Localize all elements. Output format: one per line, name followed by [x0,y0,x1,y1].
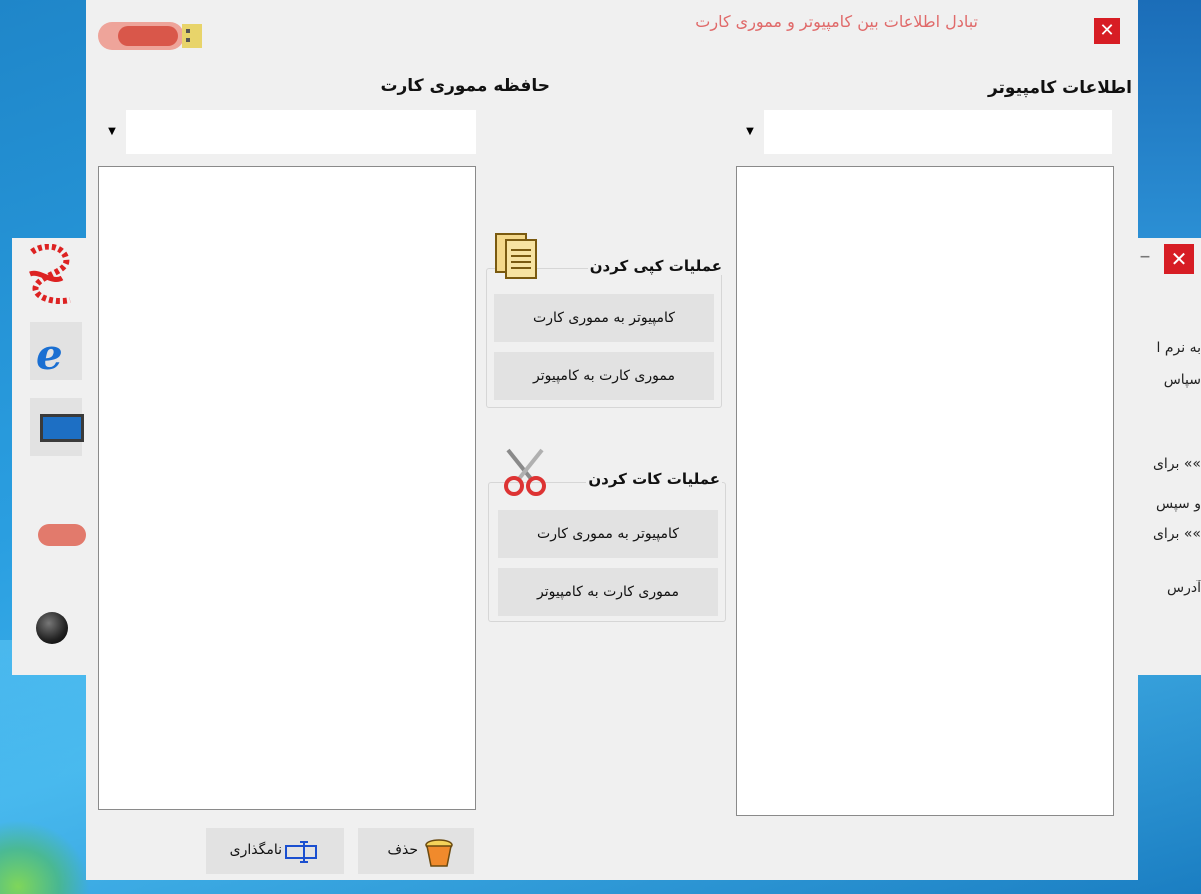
desktop-wallpaper-accent [0,820,90,894]
cut-pc-to-card-button[interactable]: کامپیوتر به مموری کارت [498,510,718,558]
scissors-icon [504,448,546,496]
cut-card-to-pc-button[interactable]: مموری کارت به کامپیوتر [498,568,718,616]
bg-text-line: آدرس [1167,580,1201,596]
bg-text-line: و سپس [1155,496,1201,512]
internet-explorer-icon[interactable]: e [36,330,63,379]
bg-text-line: سپاس [1163,372,1201,388]
dialog-title: تبادل اطلاعات بین کامپیوتر و مموری کارت [695,12,978,31]
record-button-icon[interactable] [36,612,68,644]
bg-text-line: »» برای [1152,456,1201,472]
usb-drive-icon[interactable] [38,524,86,546]
memory-drive-select[interactable]: ▼ [98,110,476,154]
rename-label: نامگذاری [229,842,282,858]
computer-drive-select[interactable]: ▼ [736,110,1112,154]
desktop-wallpaper-edge [1138,0,1201,238]
copy-card-to-pc-button[interactable]: مموری کارت به کامپیوتر [494,352,714,400]
copy-group-title: عملیات کپی کردن [587,257,724,275]
transfer-dialog: تبادل اطلاعات بین کامپیوتر و مموری کارت … [86,0,1138,880]
trash-bin-icon [425,839,453,867]
delete-button[interactable]: حذف [358,828,474,874]
copy-documents-icon [495,233,537,279]
delete-label: حذف [387,842,418,858]
computer-panel-title: اطلاعات کامپیوتر [987,78,1132,98]
usb-flash-icon [98,22,202,50]
chevron-down-icon[interactable]: ▼ [736,110,764,154]
monitor-icon[interactable] [40,414,84,442]
rename-button[interactable]: نامگذاری [206,828,344,874]
ribbon-logo-icon [29,244,71,304]
computer-file-list[interactable] [736,166,1114,816]
rename-icon [285,841,317,863]
cut-group-title: عملیات کات کردن [586,470,722,488]
copy-pc-to-card-button[interactable]: کامپیوتر به مموری کارت [494,294,714,342]
close-button[interactable]: ✕ [1094,18,1120,44]
bg-close-button[interactable]: ✕ [1164,244,1194,274]
memory-file-list[interactable] [98,166,476,810]
chevron-down-icon[interactable]: ▼ [98,110,126,154]
memory-panel-title: حافظه مموری کارت [380,76,550,96]
bg-text-line: »» برای [1152,526,1201,542]
bg-text-line: به نرم ا [1156,340,1201,356]
